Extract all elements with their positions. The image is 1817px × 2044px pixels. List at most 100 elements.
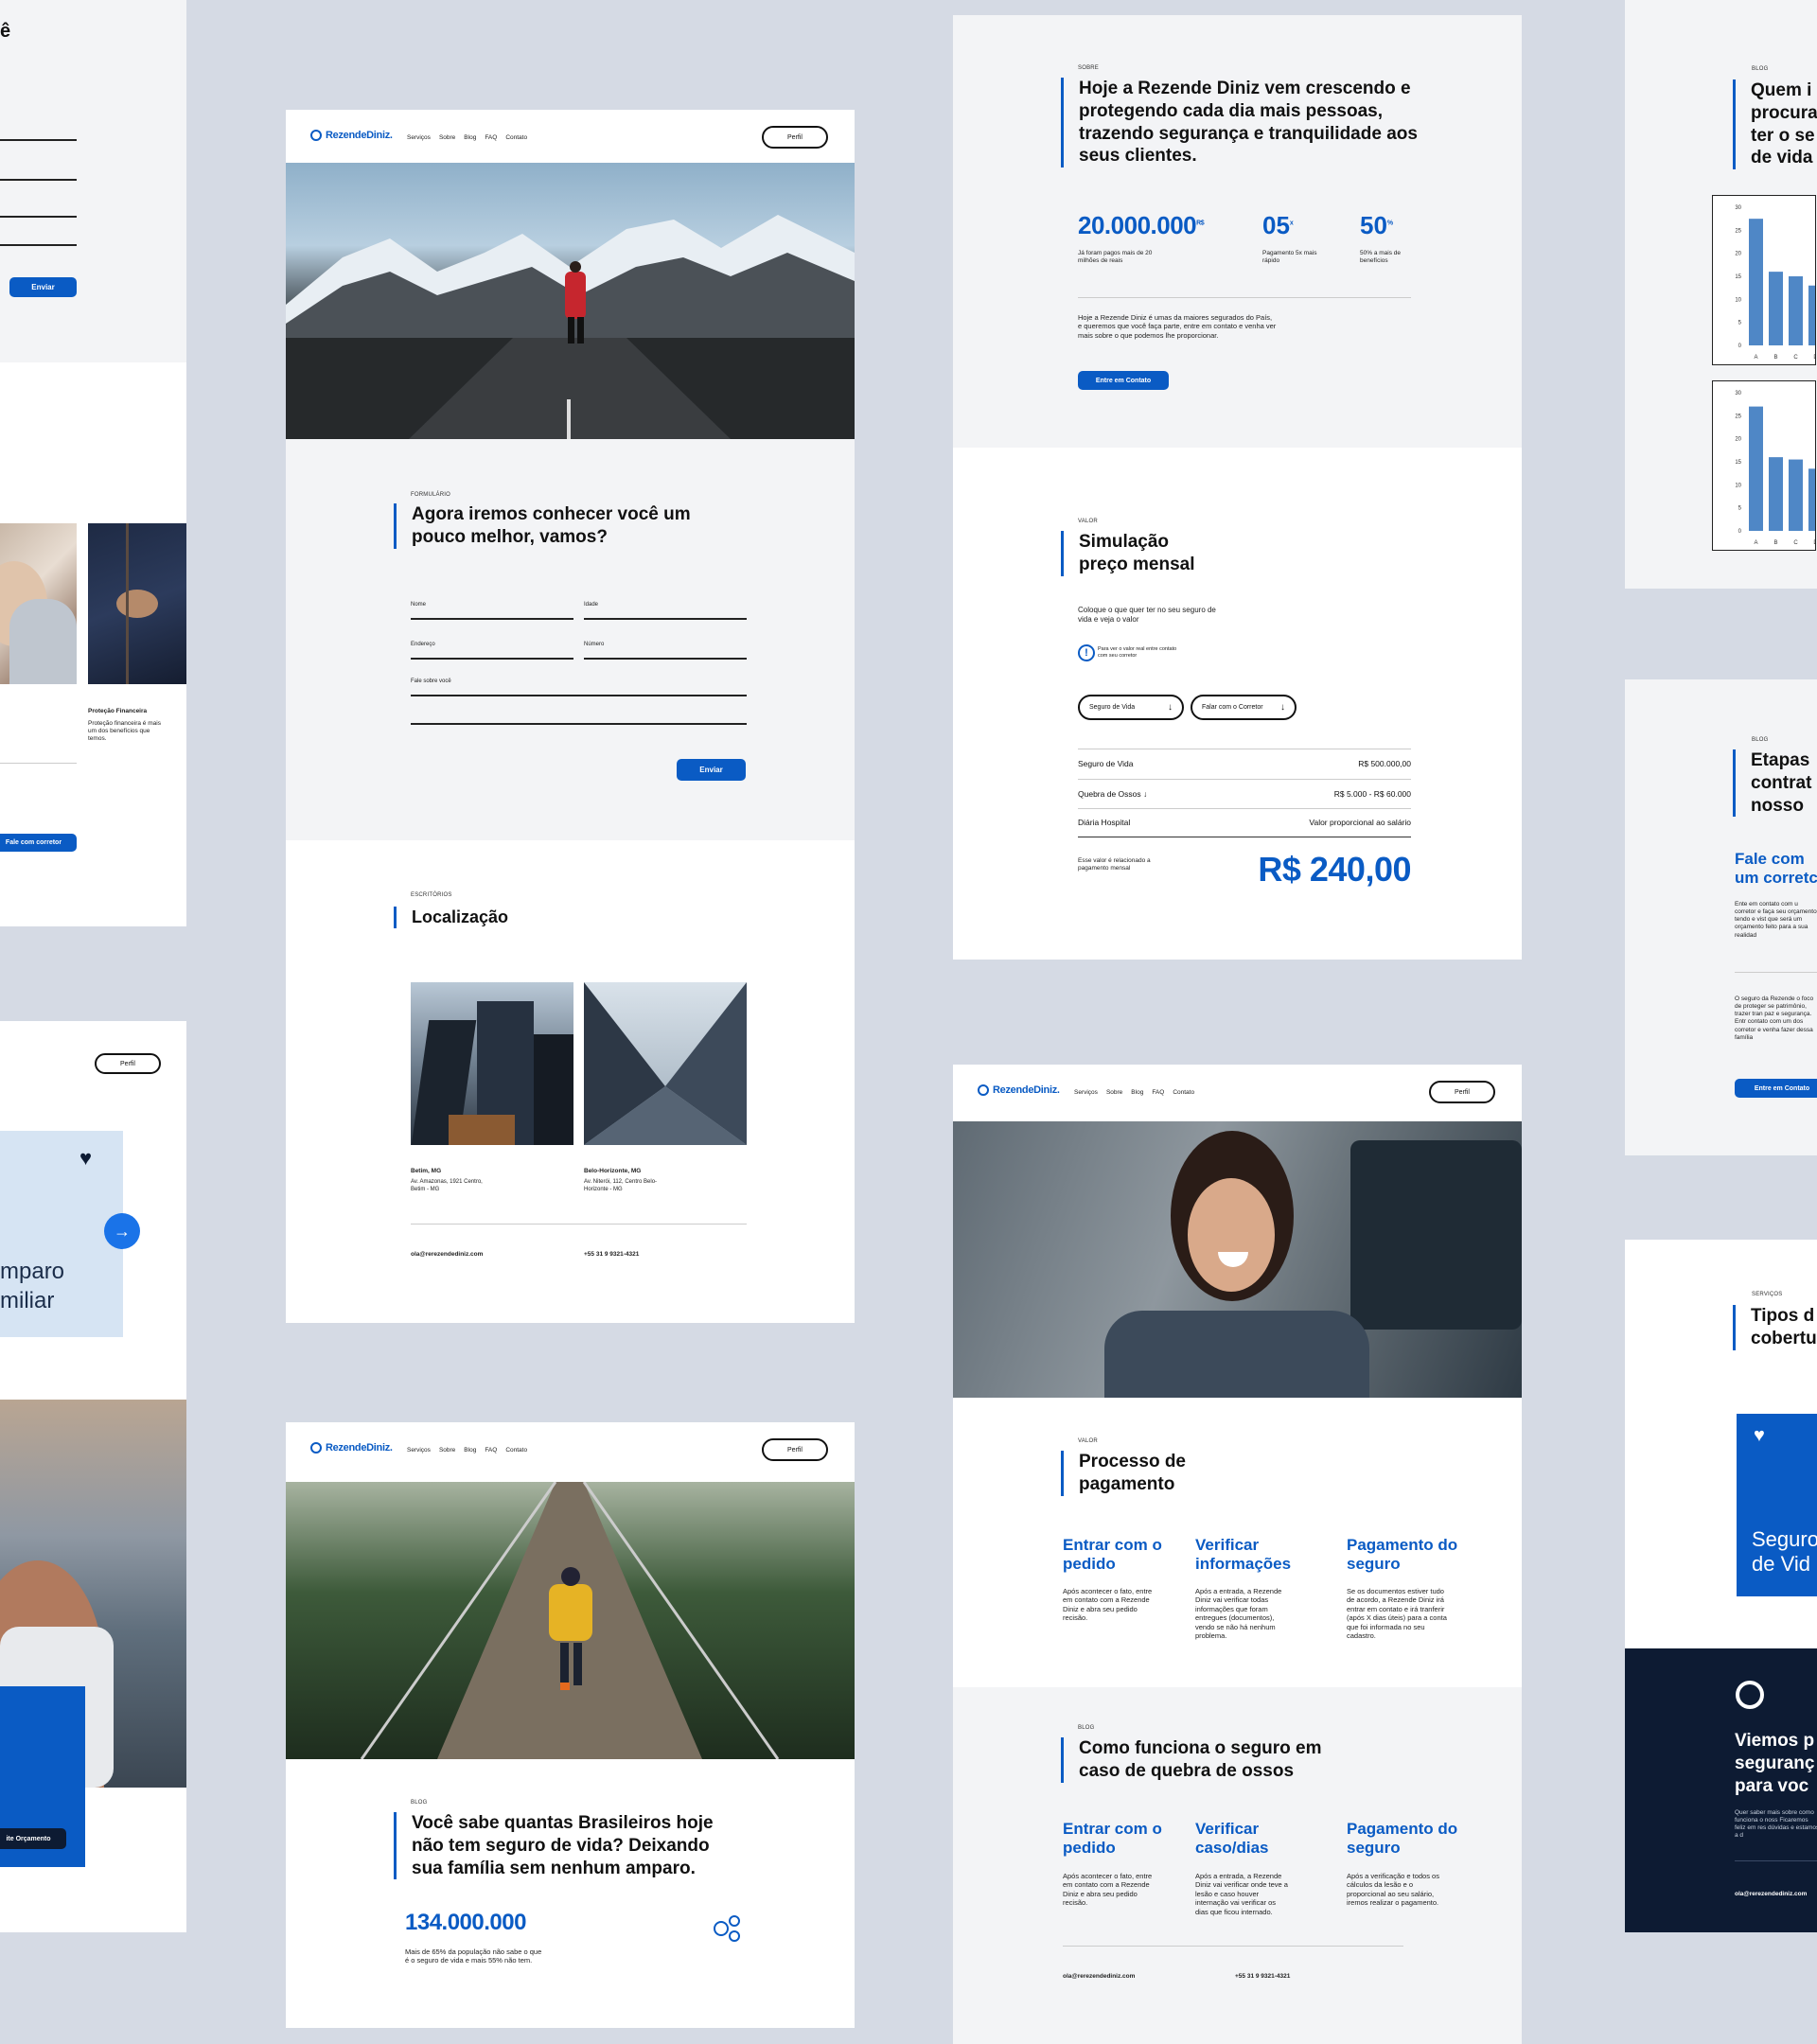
bar-D: [1808, 468, 1815, 531]
step3-title: Pagamento do seguro: [1347, 1536, 1458, 1574]
field-underline[interactable]: [0, 244, 77, 246]
nav-item-blog[interactable]: Blog: [1131, 1089, 1143, 1096]
contact-phone[interactable]: +55 31 9 9321-4321: [584, 1251, 639, 1259]
number-input[interactable]: [584, 658, 747, 660]
divider: [411, 1224, 747, 1225]
nav-item-sobre[interactable]: Sobre: [439, 134, 455, 141]
talk-broker-title: Fale com um corretc: [1735, 850, 1817, 888]
life-insurance-line1: Seguro: [1752, 1527, 1817, 1551]
bones-step2-title: Verificar caso/dias: [1195, 1820, 1269, 1858]
nav-item-faq[interactable]: FAQ: [485, 134, 497, 141]
nav-item-sobre[interactable]: Sobre: [439, 1447, 455, 1454]
divider: [1078, 808, 1411, 809]
stat-paid-text: Já foram pagos mais de 20 milhões de rea…: [1078, 250, 1153, 265]
nav-item-blog[interactable]: Blog: [464, 134, 476, 141]
x-tick-label: A: [1754, 355, 1757, 361]
name-input[interactable]: [411, 618, 573, 620]
about-input[interactable]: [411, 695, 747, 696]
arrow-down-icon: ↓: [1168, 702, 1173, 713]
bar-B: [1769, 457, 1783, 531]
contact-button[interactable]: Entre em Contato: [1735, 1079, 1817, 1098]
population-stat: 134.000.000: [405, 1910, 526, 1935]
stat-speed-value: 05x: [1262, 211, 1294, 239]
step1-title: Entrar com o pedido: [1063, 1536, 1162, 1574]
simulation-title: Simulação preço mensal: [1061, 531, 1212, 576]
age-label: Idade: [584, 602, 599, 608]
nav-item-servicos[interactable]: Serviços: [407, 134, 431, 141]
population-text: Mais de 65% da população não sabe o que …: [405, 1947, 542, 1965]
mountain-road-photo: [286, 163, 855, 439]
nav-item-faq[interactable]: FAQ: [485, 1447, 497, 1454]
talk-to-broker-button[interactable]: Fale com corretor: [0, 834, 77, 852]
request-quote-button[interactable]: ite Orçamento: [0, 1828, 66, 1849]
logo[interactable]: RezendeDiniz.: [978, 1084, 1060, 1096]
nav-item-servicos[interactable]: Serviços: [1074, 1089, 1098, 1096]
bar-C: [1789, 276, 1803, 345]
bridge-photo: [286, 1482, 855, 1759]
amparo-line: mparo: [0, 1259, 65, 1284]
y-tick-label: 15: [1735, 460, 1741, 466]
field-underline[interactable]: [0, 179, 77, 181]
contact-button[interactable]: Entre em Contato: [1078, 371, 1169, 390]
form-page-card: RezendeDiniz. Serviços Sobre Blog FAQ Co…: [286, 110, 855, 1323]
field-underline[interactable]: [0, 216, 77, 218]
profile-button[interactable]: Perfil: [762, 1438, 828, 1461]
step3-text: Se os documentos estiver tudo de acordo,…: [1347, 1587, 1447, 1640]
next-arrow-button[interactable]: →: [104, 1213, 140, 1249]
bones-step1-text: Após acontecer o fato, entre em contato …: [1063, 1872, 1153, 1908]
nav-item-contato[interactable]: Contato: [1173, 1089, 1194, 1096]
section-tag: FORMULÁRIO: [411, 492, 451, 498]
profile-button[interactable]: Perfil: [762, 126, 828, 149]
field-underline[interactable]: [0, 139, 77, 141]
send-button[interactable]: Enviar: [677, 759, 746, 781]
nav-item-faq[interactable]: FAQ: [1152, 1089, 1164, 1096]
heading-fragment: ê: [0, 21, 11, 42]
insurance-type-select[interactable]: Seguro de Vida ↓: [1078, 695, 1184, 720]
profile-button[interactable]: Perfil: [95, 1053, 161, 1074]
arrow-down-icon[interactable]: ↓: [1143, 789, 1147, 799]
send-button[interactable]: Enviar: [9, 277, 77, 297]
nav-item-blog[interactable]: Blog: [464, 1447, 476, 1454]
y-tick-label: 25: [1735, 228, 1741, 234]
nav-item-contato[interactable]: Contato: [505, 134, 527, 141]
address-input[interactable]: [411, 658, 573, 660]
y-tick-label: 20: [1735, 437, 1741, 443]
bones-section: BLOG Como funciona o seguro em caso de q…: [953, 1687, 1522, 2044]
left-heart-card: Perfil ♥ mparo miliar → ite Orçamento: [0, 1021, 186, 1932]
y-tick-label: 0: [1738, 529, 1742, 535]
contact-phone[interactable]: +55 31 9 9321-4321: [1235, 1973, 1290, 1981]
section-tag: BLOG: [1752, 737, 1769, 743]
office2-address: Av. Niterói, 112, Centro Belo-Horizonte …: [584, 1179, 658, 1192]
logo[interactable]: RezendeDiniz.: [310, 130, 393, 141]
y-tick-label: 30: [1735, 205, 1741, 211]
nav-item-servicos[interactable]: Serviços: [407, 1447, 431, 1454]
logo[interactable]: RezendeDiniz.: [310, 1442, 393, 1454]
section-tag: BLOG: [1078, 1725, 1095, 1731]
info-icon: !: [1078, 644, 1095, 661]
suit-photo: [88, 523, 186, 684]
form-title: Agora iremos conhecer você um pouco melh…: [394, 503, 706, 549]
coverage-title-fragment: Tipos d cobertu: [1733, 1305, 1817, 1350]
left-services-card: Proteção Financeira Proteção financeira …: [0, 362, 186, 926]
age-input[interactable]: [584, 618, 747, 620]
step2-text: Após a entrada, a Rezende Diniz vai veri…: [1195, 1587, 1282, 1640]
bar-B: [1769, 272, 1783, 345]
blog-title: Você sabe quantas Brasileiros hoje não t…: [394, 1812, 744, 1880]
stat-paid-value: 20.000.000R$: [1078, 211, 1205, 239]
section-tag: SOBRE: [1078, 65, 1100, 71]
dark-email[interactable]: ola@rerezendediniz.com: [1735, 1891, 1807, 1898]
nav-item-contato[interactable]: Contato: [505, 1447, 527, 1454]
broker-select[interactable]: Falar com o Corretor ↓: [1191, 695, 1297, 720]
nav-item-sobre[interactable]: Sobre: [1106, 1089, 1122, 1096]
contact-email[interactable]: ola@rerezendediniz.com: [1063, 1973, 1135, 1981]
section-tag: SERVIÇOS: [1752, 1292, 1783, 1297]
bones-step2-text: Após a entrada, a Rezende Diniz vai veri…: [1195, 1872, 1288, 1916]
about-input-line2[interactable]: [411, 723, 747, 725]
family-photo: [0, 523, 77, 684]
life-insurance-card[interactable]: ♥ Seguro de Vid: [1737, 1414, 1817, 1596]
contact-email[interactable]: ola@rerezendediniz.com: [411, 1251, 483, 1259]
profile-button[interactable]: Perfil: [1429, 1081, 1495, 1103]
row-value: Valor proporcional ao salário: [1309, 818, 1411, 827]
right-chart-card: BLOG Quem i procura ter o se de vida 0 5 1…: [1625, 0, 1817, 589]
row-value: R$ 500.000,00: [1358, 759, 1411, 768]
